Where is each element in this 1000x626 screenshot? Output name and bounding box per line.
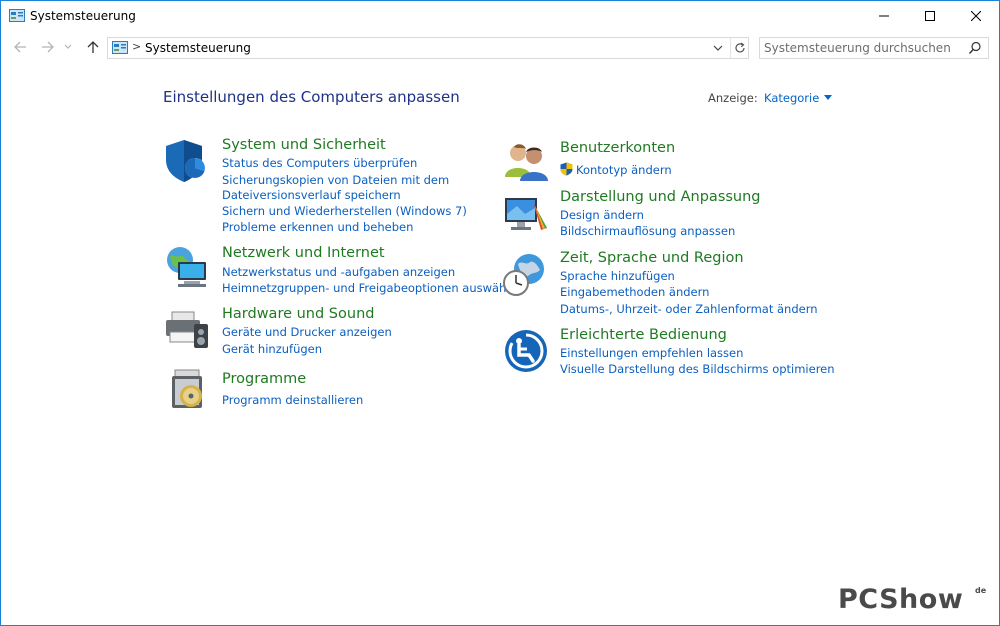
link-uninstall-program[interactable]: Programm deinstallieren — [222, 393, 363, 407]
forward-button[interactable] — [39, 39, 55, 55]
link-recommend-settings[interactable]: Einstellungen empfehlen lassen — [560, 346, 743, 360]
caret-down-icon[interactable] — [824, 95, 833, 100]
link-date-time-number-format[interactable]: Datums-, Uhrzeit- oder Zahlenformat ände… — [560, 302, 818, 316]
category-title-hardware-sound[interactable]: Hardware und Sound — [222, 306, 374, 322]
link-homegroup-sharing[interactable]: Heimnetzgruppen- und Freigabeoptionen au… — [222, 281, 524, 295]
page-title: Einstellungen des Computers anpassen — [163, 88, 460, 106]
close-icon — [971, 11, 981, 21]
recent-locations-button[interactable] — [63, 39, 73, 55]
link-troubleshoot[interactable]: Probleme erkennen und beheben — [222, 220, 413, 234]
category-title-user-accounts[interactable]: Benutzerkonten — [560, 140, 675, 156]
refresh-icon — [735, 42, 745, 53]
maximize-icon — [925, 11, 935, 21]
search-icon[interactable] — [968, 41, 982, 55]
link-add-language[interactable]: Sprache hinzufügen — [560, 269, 675, 283]
window-title: Systemsteuerung — [30, 9, 136, 23]
programs-disc-icon[interactable] — [169, 368, 209, 412]
maximize-button[interactable] — [907, 1, 953, 31]
address-dropdown-icon[interactable] — [712, 41, 724, 55]
link-change-account-type[interactable]: Kontotyp ändern — [576, 163, 672, 177]
up-button[interactable] — [85, 39, 101, 55]
category-title-network-internet[interactable]: Netzwerk und Internet — [222, 245, 385, 261]
link-optimize-visual-display[interactable]: Visuelle Darstellung des Bildschirms opt… — [560, 362, 835, 376]
link-change-theme[interactable]: Design ändern — [560, 208, 644, 222]
category-title-time-language-region[interactable]: Zeit, Sprache und Region — [560, 250, 744, 266]
view-by-label: Anzeige: — [708, 91, 758, 105]
chevron-down-icon — [64, 44, 72, 49]
link-check-computer-status[interactable]: Status des Computers überprüfen — [222, 156, 417, 170]
minimize-button[interactable] — [861, 1, 907, 31]
breadcrumb-separator[interactable]: > — [132, 40, 141, 53]
link-backup-restore-win7[interactable]: Sichern und Wiederherstellen (Windows 7) — [222, 204, 467, 218]
refresh-button[interactable] — [730, 38, 749, 58]
back-arrow-icon — [13, 41, 26, 53]
category-title-appearance[interactable]: Darstellung und Anpassung — [560, 189, 761, 205]
link-change-input-methods[interactable]: Eingabemethoden ändern — [560, 285, 709, 299]
link-add-device[interactable]: Gerät hinzufügen — [222, 342, 322, 356]
search-box[interactable] — [759, 37, 989, 59]
link-file-history-backup-line2[interactable]: Dateiversionsverlauf speichern — [222, 188, 401, 202]
control-panel-app-icon — [9, 9, 25, 22]
link-file-history-backup[interactable]: Sicherungskopien von Dateien mit dem — [222, 173, 449, 187]
category-title-system-security[interactable]: System und Sicherheit — [222, 137, 386, 153]
category-title-programs[interactable]: Programme — [222, 371, 306, 387]
close-button[interactable] — [953, 1, 999, 31]
display-palette-icon[interactable] — [503, 194, 549, 234]
accessibility-icon[interactable] — [504, 329, 548, 373]
users-icon[interactable] — [504, 141, 548, 181]
shield-icon[interactable] — [164, 138, 210, 184]
forward-arrow-icon — [41, 41, 54, 53]
search-input[interactable] — [764, 38, 964, 58]
control-panel-location-icon — [112, 41, 128, 54]
address-bar[interactable]: > Systemsteuerung — [107, 37, 749, 59]
control-panel-window: Systemsteuerung > Systemsteuerung System… — [0, 0, 1000, 626]
up-arrow-icon — [87, 40, 99, 53]
view-by-dropdown[interactable]: Kategorie — [764, 91, 833, 105]
category-title-ease-of-access[interactable]: Erleichterte Bedienung — [560, 327, 727, 343]
link-network-status[interactable]: Netzwerkstatus und -aufgaben anzeigen — [222, 265, 455, 279]
network-globe-icon[interactable] — [164, 244, 210, 290]
link-devices-printers[interactable]: Geräte und Drucker anzeigen — [222, 325, 392, 339]
breadcrumb-systemsteuerung[interactable]: Systemsteuerung — [145, 41, 251, 55]
clock-globe-icon[interactable] — [502, 252, 548, 298]
watermark-superscript: de — [975, 586, 987, 595]
view-by-value[interactable]: Kategorie — [764, 91, 819, 105]
title-bar[interactable]: Systemsteuerung — [1, 1, 999, 31]
printer-speaker-icon[interactable] — [164, 306, 210, 352]
minimize-icon — [879, 15, 889, 17]
back-button[interactable] — [12, 39, 28, 55]
link-adjust-resolution[interactable]: Bildschirmauflösung anpassen — [560, 224, 735, 238]
watermark-logo: PCShow — [838, 584, 964, 615]
uac-shield-icon — [560, 162, 573, 176]
